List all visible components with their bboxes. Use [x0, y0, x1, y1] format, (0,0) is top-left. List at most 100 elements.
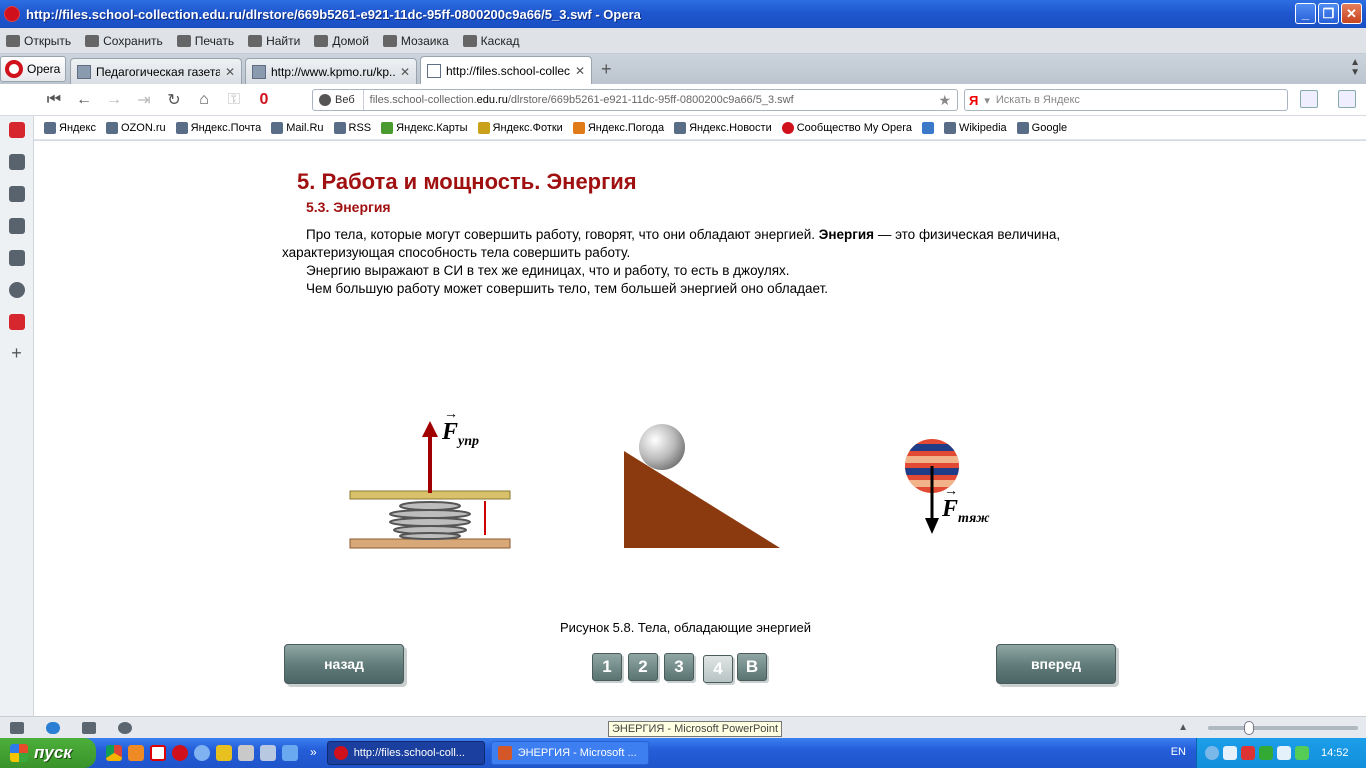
- tray-shield-icon[interactable]: [1259, 746, 1273, 760]
- share-icon[interactable]: [82, 721, 96, 734]
- tray-safety-icon[interactable]: [1295, 746, 1309, 760]
- bookmark-ozon[interactable]: OZON.ru: [106, 121, 166, 134]
- maximize-button[interactable]: ❐: [1318, 3, 1339, 24]
- menu-save[interactable]: Сохранить: [85, 34, 163, 48]
- quick-launch-chevron[interactable]: »: [310, 745, 317, 761]
- player-icon[interactable]: [260, 745, 276, 761]
- yandex-icon[interactable]: [150, 745, 166, 761]
- bookmark-my-opera[interactable]: Сообщество My Opera: [781, 121, 912, 134]
- tab-close-icon[interactable]: ✕: [225, 65, 235, 79]
- tray-antivirus-icon[interactable]: [1241, 746, 1255, 760]
- forward-icon[interactable]: →: [104, 90, 124, 110]
- cloud-icon[interactable]: [46, 721, 60, 734]
- close-button[interactable]: ✕: [1341, 3, 1362, 24]
- tab-school-collection[interactable]: http://files.school-collect... ✕: [420, 56, 592, 84]
- bookmark-rss[interactable]: RSS: [333, 121, 372, 134]
- menu-find[interactable]: Найти: [248, 34, 300, 48]
- task-opera[interactable]: http://files.school-coll...: [326, 741, 485, 765]
- back-button[interactable]: назад: [284, 644, 404, 684]
- opera-menu-button[interactable]: Opera: [0, 56, 66, 82]
- speed-dial-icon[interactable]: [8, 122, 25, 138]
- panel-toggle-icon[interactable]: [10, 721, 24, 734]
- bookmark-wikipedia[interactable]: Wikipedia: [943, 121, 1007, 134]
- chrome-icon[interactable]: [106, 745, 122, 761]
- home-icon[interactable]: ⌂: [194, 90, 214, 110]
- page-button-v[interactable]: В: [737, 653, 767, 681]
- menu-home[interactable]: Домой: [314, 34, 369, 48]
- reload-icon[interactable]: ↻: [164, 90, 184, 110]
- bookmarks-star-icon[interactable]: [8, 154, 25, 170]
- yandex-panel-icon[interactable]: [8, 314, 25, 330]
- opera-turbo-icon[interactable]: 0: [254, 90, 274, 110]
- mail-icon[interactable]: [1338, 90, 1356, 108]
- tray-network-icon[interactable]: [1223, 746, 1237, 760]
- menu-tile-label: Мозаика: [400, 33, 449, 48]
- web-badge[interactable]: Веб: [313, 90, 364, 110]
- history-clock-icon[interactable]: [8, 282, 25, 298]
- bookmark-google[interactable]: Google: [1016, 121, 1067, 134]
- links-icon[interactable]: [8, 250, 25, 266]
- bookmark-yandex-mail[interactable]: Яндекс.Почта: [175, 121, 261, 134]
- tray-arrow-icon[interactable]: [1205, 746, 1219, 760]
- search-input[interactable]: Я ▾ Искать в Яндекс: [964, 89, 1288, 111]
- tab-close-icon[interactable]: ✕: [400, 65, 410, 79]
- url-text[interactable]: files.school-collection.edu.ru/dlrstore/…: [364, 94, 794, 106]
- forward-button[interactable]: вперед: [996, 644, 1116, 684]
- bookmark-yandex-news[interactable]: Яндекс.Новости: [674, 121, 772, 134]
- downloads-icon[interactable]: [8, 218, 25, 234]
- speedometer-icon[interactable]: [118, 721, 132, 734]
- zoom-up-icon[interactable]: ▲: [1178, 722, 1188, 733]
- opera-icon[interactable]: [172, 745, 188, 761]
- tray-volume-icon[interactable]: [1277, 746, 1291, 760]
- bookmark-yandex-maps[interactable]: Яндекс.Карты: [381, 121, 468, 134]
- bookmark-yandex-weather[interactable]: Яндекс.Погода: [572, 121, 664, 134]
- page-button-1[interactable]: 1: [592, 653, 622, 681]
- search-dropdown-icon[interactable]: ▾: [984, 94, 990, 107]
- menu-open[interactable]: Открыть: [6, 34, 71, 48]
- tab-kpmo[interactable]: http://www.kpmo.ru/kp... ✕: [245, 58, 417, 84]
- media-icon[interactable]: [216, 745, 232, 761]
- bookmark-label: OZON.ru: [121, 121, 166, 134]
- bookmark-star-icon[interactable]: ★: [938, 92, 951, 109]
- office-icon[interactable]: [128, 745, 144, 761]
- new-tab-button[interactable]: +: [595, 59, 618, 84]
- key-icon[interactable]: ⚿: [224, 90, 244, 110]
- menu-print[interactable]: Печать: [176, 34, 234, 48]
- task-powerpoint[interactable]: ЭНЕРГИЯ - Microsoft ...: [490, 741, 649, 765]
- bookmark-yandex[interactable]: Яндекс: [44, 121, 96, 134]
- menu-save-label: Сохранить: [103, 33, 163, 48]
- menu-tile[interactable]: Мозаика: [382, 33, 449, 48]
- tab-scroll-icon[interactable]: ▲ ▼: [1350, 58, 1360, 78]
- bookmark-v[interactable]: [921, 121, 934, 134]
- search-icon[interactable]: [194, 745, 210, 761]
- tab-bar: Opera Педагогическая газета ✕ http://www…: [0, 54, 1366, 84]
- notes-panel-icon[interactable]: [8, 186, 25, 202]
- rewind-icon[interactable]: ⏮: [44, 90, 64, 110]
- start-button[interactable]: пуск: [0, 738, 96, 768]
- bookmark-label: RSS: [348, 121, 372, 134]
- minimize-button[interactable]: _: [1295, 3, 1316, 24]
- tool-icon[interactable]: [238, 745, 254, 761]
- add-panel-icon[interactable]: +: [9, 344, 25, 362]
- page-button-4-current[interactable]: 4: [703, 655, 733, 683]
- window-title: http://files.school-collection.edu.ru/dl…: [26, 6, 641, 22]
- fast-forward-icon[interactable]: ⇥: [134, 90, 154, 110]
- language-indicator[interactable]: EN: [1171, 746, 1186, 758]
- page-button-2[interactable]: 2: [628, 653, 658, 681]
- tab-pedagogical-gazette[interactable]: Педагогическая газета ✕: [70, 58, 242, 84]
- back-icon[interactable]: ←: [74, 90, 94, 110]
- tab-close-icon[interactable]: ✕: [575, 64, 585, 78]
- opera-logo-icon: [5, 60, 23, 78]
- window-titlebar: http://files.school-collection.edu.ru/dl…: [0, 0, 1366, 28]
- address-field[interactable]: Веб files.school-collection.edu.ru/dlrst…: [312, 89, 958, 111]
- bookmark-label: Яндекс.Новости: [689, 121, 772, 134]
- menu-cascade[interactable]: Каскад: [462, 34, 520, 48]
- bookmark-yandex-photos[interactable]: Яндекс.Фотки: [477, 121, 563, 134]
- zoom-knob[interactable]: [1244, 720, 1254, 735]
- zoom-slider[interactable]: [1208, 720, 1358, 735]
- ie-icon[interactable]: [282, 745, 298, 761]
- bookmark-mailru[interactable]: Mail.Ru: [271, 121, 324, 134]
- notes-icon[interactable]: [1300, 90, 1318, 108]
- favicon-icon: [77, 64, 91, 79]
- page-button-3[interactable]: 3: [664, 653, 694, 681]
